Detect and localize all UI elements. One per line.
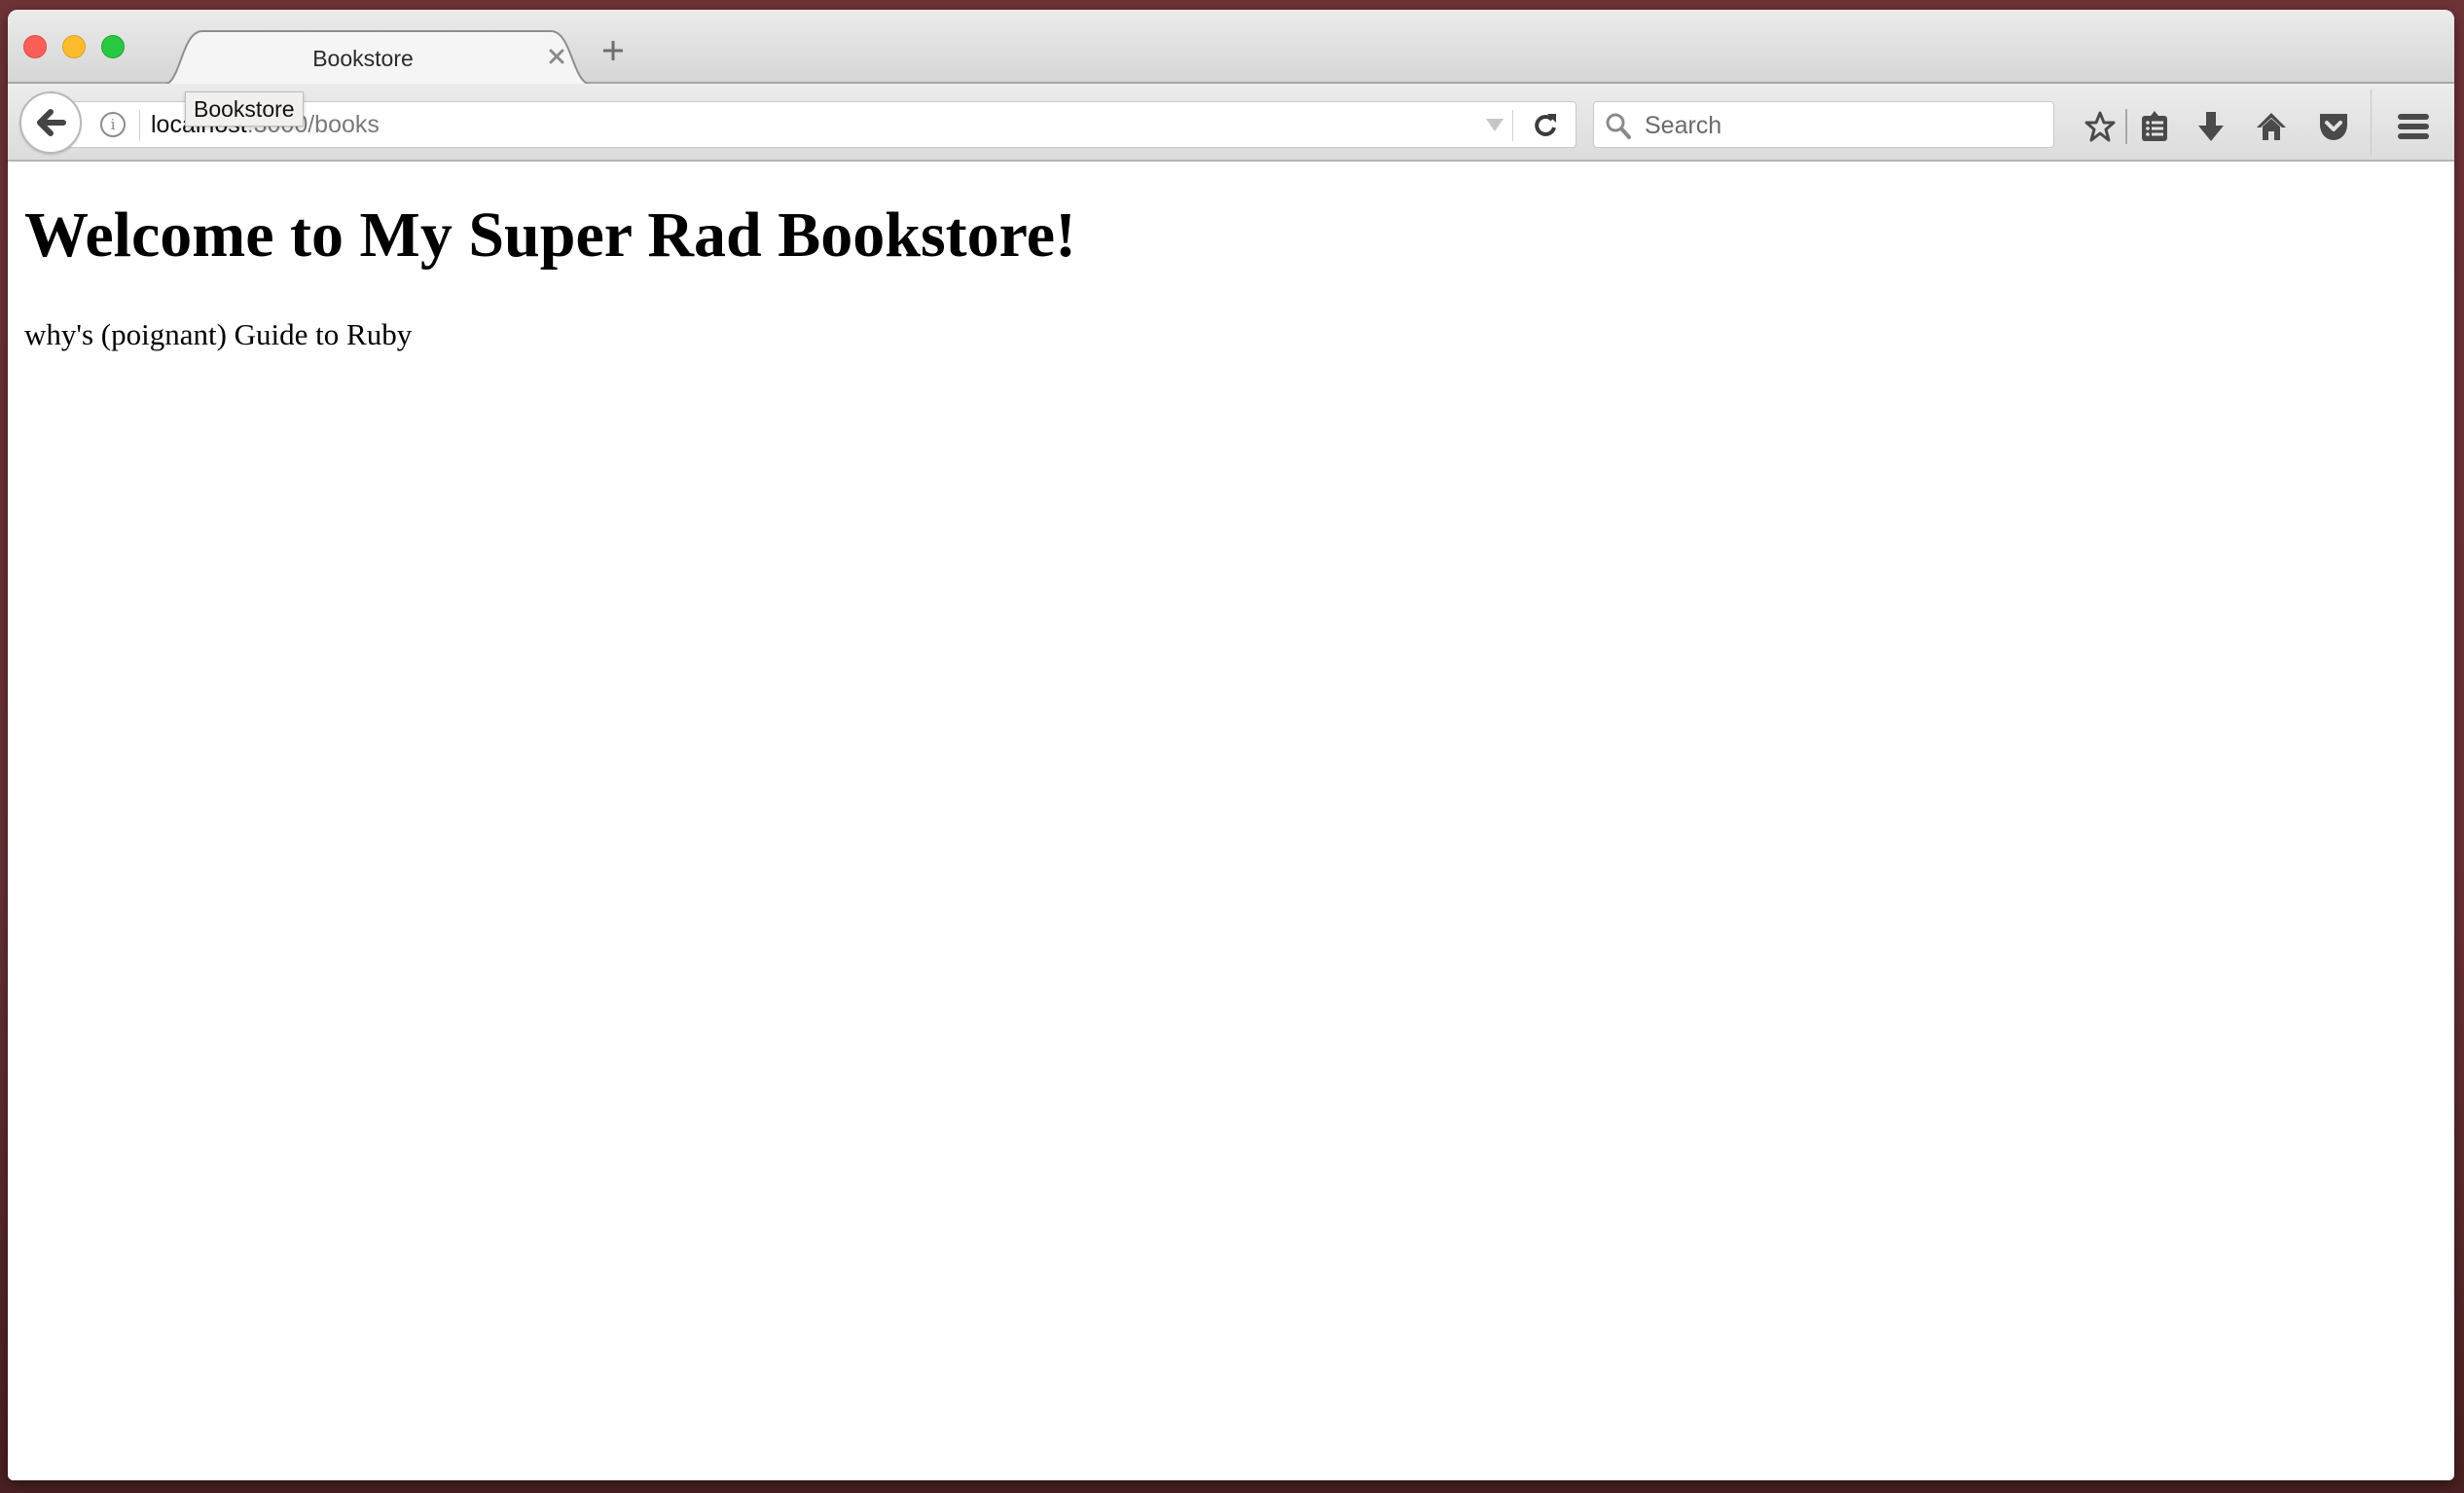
reading-list-icon [2142, 111, 2167, 141]
page-heading: Welcome to My Super Rad Bookstore! [24, 200, 1076, 271]
downloads-icon [2198, 112, 2224, 141]
downloads-button[interactable] [2192, 107, 2230, 146]
toolbar-separator [2125, 109, 2127, 144]
plus-icon [603, 41, 623, 60]
window-maximize-button[interactable] [101, 35, 125, 58]
url-separator [139, 110, 140, 141]
open-menu-button[interactable] [2394, 107, 2433, 146]
back-button[interactable] [19, 91, 82, 154]
reading-list-button[interactable] [2135, 107, 2174, 146]
url-separator-2 [1512, 110, 1513, 141]
home-button[interactable] [2252, 107, 2291, 146]
search-icon [1606, 113, 1631, 139]
menu-icon [2398, 114, 2429, 139]
window-minimize-button[interactable] [62, 35, 86, 58]
home-icon [2257, 113, 2286, 140]
book-title: why's (poignant) Guide to Ruby [24, 317, 413, 351]
reload-button[interactable] [1531, 111, 1560, 140]
window-close-button[interactable] [23, 35, 47, 58]
tab-bar: Bookstore [8, 10, 2454, 86]
nav-toolbar: i localhost:3000/books [8, 84, 2454, 162]
search-input[interactable] [1643, 102, 2046, 149]
tab-close-icon[interactable] [543, 43, 570, 70]
bookmark-star-button[interactable] [2081, 107, 2120, 146]
back-arrow-icon [37, 109, 66, 136]
browser-window: Bookstore i localhost:3000/books [8, 10, 2454, 1480]
page-content: Welcome to My Super Rad Bookstore! why's… [8, 162, 2454, 1480]
pocket-icon [2320, 114, 2347, 140]
url-history-dropdown-icon[interactable] [1486, 119, 1504, 131]
tab-bookstore[interactable]: Bookstore [163, 29, 592, 86]
new-tab-button[interactable] [598, 35, 629, 66]
bookmark-star-icon [2084, 111, 2116, 142]
reload-icon [1535, 114, 1556, 136]
toolbar-separator-2 [2371, 90, 2372, 156]
site-info-icon[interactable]: i [100, 112, 126, 137]
search-box[interactable] [1593, 101, 2054, 149]
pocket-button[interactable] [2314, 107, 2353, 146]
tab-tooltip: Bookstore [185, 91, 304, 127]
tab-title: Bookstore [312, 46, 414, 71]
